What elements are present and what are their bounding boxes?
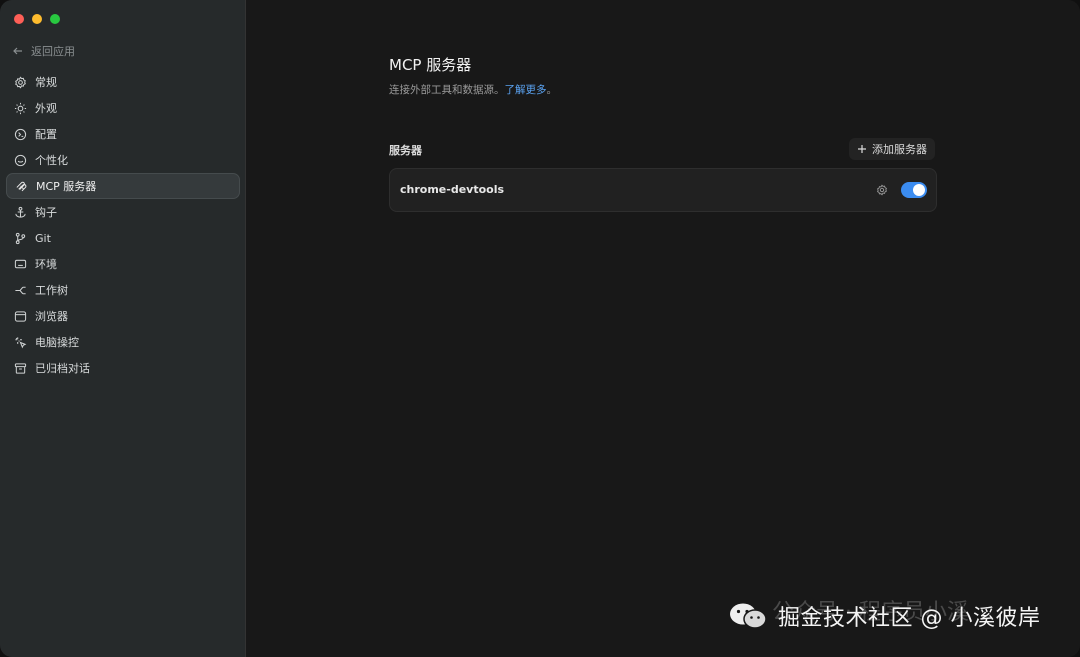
app-window: 返回应用 常规 外观 配置 个性化 MCP 服务器 钩子 Git 环境 工作树 … [0, 0, 1080, 657]
gear-icon [15, 76, 26, 88]
sidebar-item-label: 已归档对话 [35, 362, 90, 375]
settings-nav: 常规 外观 配置 个性化 MCP 服务器 钩子 Git 环境 工作树 浏览器 电… [6, 69, 240, 381]
plus-icon [858, 145, 866, 153]
close-window-button[interactable] [14, 14, 24, 24]
mcp-icon [16, 181, 27, 191]
sidebar-item-label: 外观 [35, 102, 57, 115]
server-name: chrome-devtools [400, 183, 505, 196]
subtitle-end: 。 [546, 84, 558, 96]
sidebar-item-environment[interactable]: 环境 [6, 251, 240, 277]
add-server-label: 添加服务器 [872, 143, 927, 156]
page-title: MCP 服务器 [389, 56, 472, 74]
sidebar-item-archived-chats[interactable]: 已归档对话 [6, 355, 240, 381]
worktree-icon [15, 286, 26, 294]
sun-icon [14, 102, 27, 114]
sidebar-item-mcp-servers[interactable]: MCP 服务器 [6, 173, 240, 199]
page-subtitle: 连接外部工具和数据源。了解更多。 [389, 82, 557, 97]
server-row: chrome-devtools [389, 168, 937, 212]
config-icon [14, 128, 27, 140]
learn-more-link[interactable]: 了解更多 [505, 84, 547, 96]
git-branch-icon [15, 232, 26, 244]
watermark-text: 掘金技术社区 @ 小溪彼岸 [778, 606, 1041, 631]
window-controls [14, 14, 60, 24]
anchor-icon [15, 206, 26, 218]
sidebar-item-personalization[interactable]: 个性化 [6, 147, 240, 173]
sparkle-cursor-icon [15, 336, 27, 348]
sidebar-item-label: MCP 服务器 [36, 180, 97, 193]
server-enabled-toggle[interactable] [901, 182, 927, 198]
monitor-icon [14, 259, 27, 268]
minimize-window-button[interactable] [32, 14, 42, 24]
sidebar-item-label: 个性化 [35, 154, 68, 167]
subtitle-text: 连接外部工具和数据源。 [389, 84, 505, 96]
sidebar-item-appearance[interactable]: 外观 [6, 95, 240, 121]
sidebar-item-label: 钩子 [35, 206, 57, 219]
sidebar-item-general[interactable]: 常规 [6, 69, 240, 95]
wechat-icon [730, 603, 767, 629]
watermark: 公众号 · 程序员小溪 掘金技术社区 @ 小溪彼岸 [728, 600, 1041, 632]
personalize-icon [14, 154, 27, 166]
sidebar-item-hooks[interactable]: 钩子 [6, 199, 240, 225]
back-label: 返回应用 [31, 45, 75, 58]
servers-section-label: 服务器 [389, 144, 422, 157]
browser-icon [14, 310, 27, 322]
arrow-left-icon [13, 47, 22, 55]
sidebar-item-label: 工作树 [35, 284, 68, 297]
zoom-window-button[interactable] [50, 14, 60, 24]
sidebar-item-label: 浏览器 [35, 310, 68, 323]
sidebar-item-computer-control[interactable]: 电脑操控 [6, 329, 240, 355]
back-to-app-link[interactable]: 返回应用 [12, 42, 75, 60]
sidebar-item-git[interactable]: Git [6, 225, 240, 251]
toggle-knob [913, 184, 925, 196]
sidebar-item-label: 配置 [35, 128, 57, 141]
sidebar: 返回应用 常规 外观 配置 个性化 MCP 服务器 钩子 Git 环境 工作树 … [0, 0, 246, 657]
sidebar-item-browser[interactable]: 浏览器 [6, 303, 240, 329]
sidebar-item-label: 常规 [35, 76, 57, 89]
sidebar-item-worktree[interactable]: 工作树 [6, 277, 240, 303]
sidebar-item-config[interactable]: 配置 [6, 121, 240, 147]
sidebar-item-label: Git [35, 231, 51, 245]
sidebar-item-label: 电脑操控 [35, 336, 79, 349]
settings-content: MCP 服务器 连接外部工具和数据源。了解更多。 服务器 添加服务器 chrom… [246, 0, 1080, 657]
server-settings-icon[interactable] [876, 184, 888, 196]
archive-icon [14, 362, 27, 374]
add-server-button[interactable]: 添加服务器 [849, 138, 935, 160]
sidebar-item-label: 环境 [35, 258, 57, 271]
